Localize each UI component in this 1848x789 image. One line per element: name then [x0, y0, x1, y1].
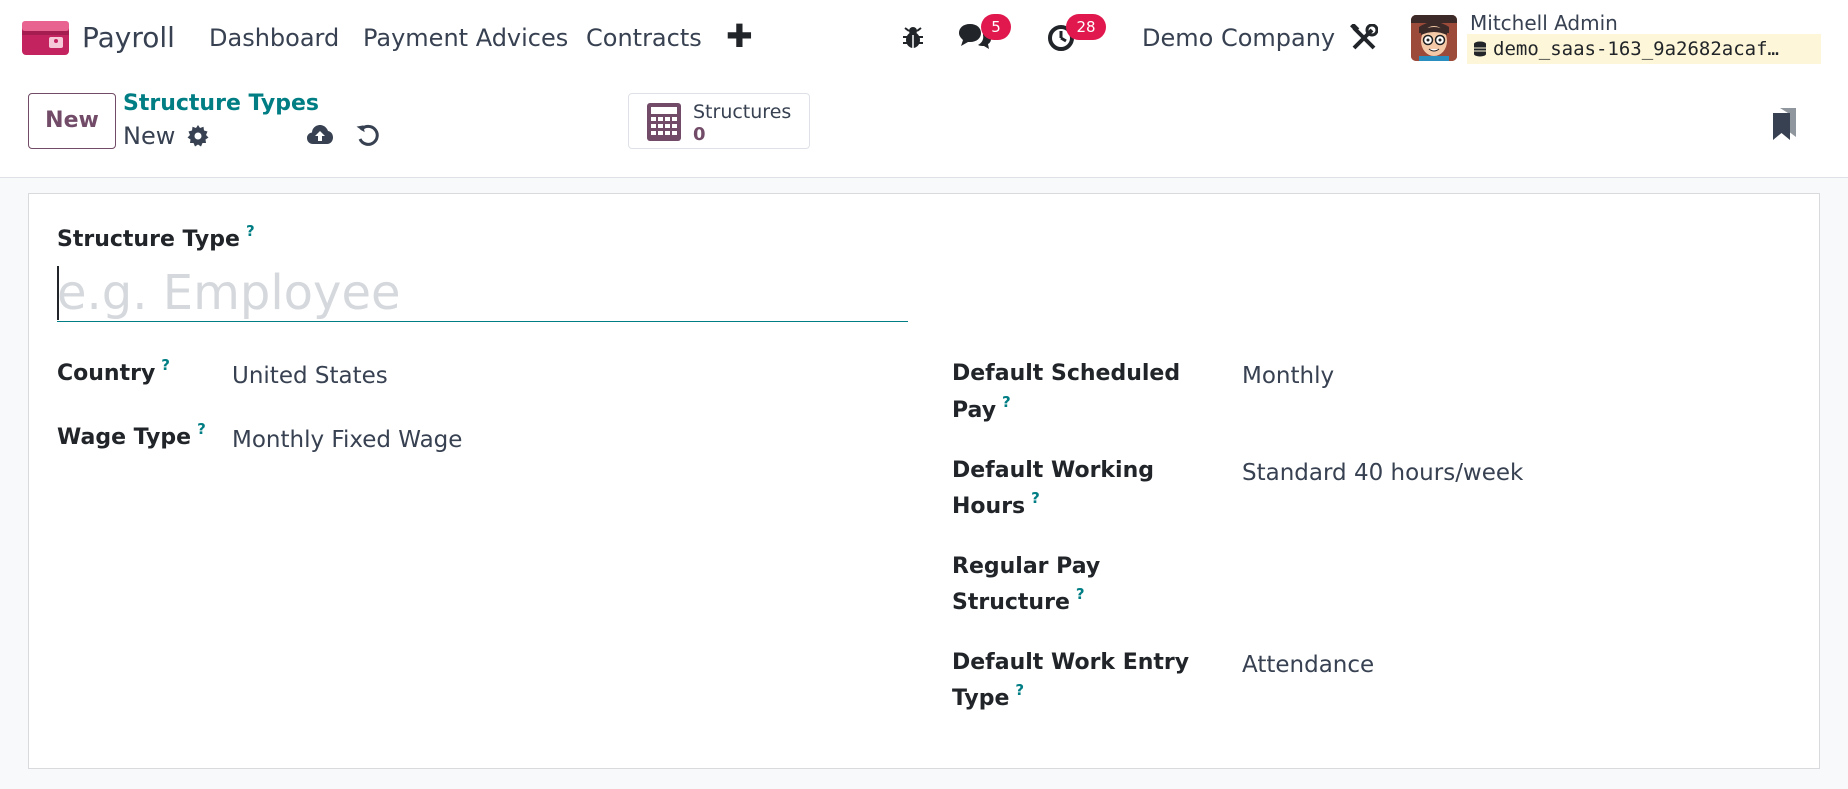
regular-pay-structure-field[interactable]: [1242, 551, 1742, 587]
wage-type-label-text: Wage Type: [57, 425, 192, 450]
default-work-entry-type-label-line2: Type?: [952, 681, 1024, 718]
default-work-entry-type-field[interactable]: Attendance: [1242, 647, 1374, 683]
default-work-entry-type-label-text: Type: [952, 686, 1010, 711]
regular-pay-structure-label-line1: Regular Pay: [952, 554, 1101, 579]
gear-icon[interactable]: [186, 124, 210, 148]
database-name-text: demo_saas-163_9a2682acaf…: [1493, 38, 1779, 60]
structures-count: 0: [693, 124, 706, 145]
app-name[interactable]: Payroll: [82, 20, 175, 56]
default-scheduled-pay-label-line2: Pay?: [952, 393, 1011, 430]
country-label-text: Country: [57, 361, 156, 386]
structure-type-label-text: Structure Type: [57, 227, 240, 252]
database-icon: [1474, 41, 1486, 57]
menu-contracts[interactable]: Contracts: [586, 20, 702, 56]
help-tooltip-icon[interactable]: ?: [1015, 681, 1024, 699]
default-scheduled-pay-field[interactable]: Monthly: [1242, 358, 1334, 394]
wage-type-label: Wage Type?: [57, 420, 206, 457]
default-scheduled-pay-label-line1: Default Scheduled: [952, 361, 1181, 386]
breadcrumb-structure-types[interactable]: Structure Types: [123, 90, 319, 118]
default-work-entry-type-label-line1: Default Work Entry: [952, 650, 1190, 675]
settings-tools-icon[interactable]: [1350, 24, 1378, 52]
save-cloud-upload-icon[interactable]: [306, 122, 334, 148]
calculator-icon: [647, 103, 681, 141]
new-button[interactable]: New: [28, 93, 116, 149]
default-working-hours-label-line2: Hours?: [952, 489, 1040, 526]
structure-type-label: Structure Type?: [57, 222, 255, 259]
plus-icon[interactable]: ✚: [726, 18, 753, 54]
user-avatar[interactable]: [1411, 15, 1457, 61]
menu-dashboard[interactable]: Dashboard: [209, 20, 339, 56]
control-panel: New Structure Types New Structures 0: [0, 76, 1848, 178]
country-label: Country?: [57, 356, 170, 393]
help-tooltip-icon[interactable]: ?: [1002, 393, 1011, 411]
breadcrumb-current-record: New: [123, 122, 176, 150]
menu-payment-advices[interactable]: Payment Advices: [363, 20, 568, 56]
structure-type-input[interactable]: [57, 264, 908, 322]
structures-label: Structures: [693, 101, 792, 123]
form-sheet: Structure Type? Country? United States W…: [28, 193, 1820, 769]
app-switcher[interactable]: [22, 20, 69, 56]
regular-pay-structure-label-text: Structure: [952, 590, 1070, 615]
default-working-hours-label-line1: Default Working: [952, 458, 1155, 483]
debug-bug-icon[interactable]: [902, 26, 924, 50]
default-working-hours-label-text: Hours: [952, 494, 1026, 519]
help-tooltip-icon[interactable]: ?: [197, 420, 206, 438]
help-tooltip-icon[interactable]: ?: [246, 222, 255, 240]
help-tooltip-icon[interactable]: ?: [161, 356, 170, 374]
help-tooltip-icon[interactable]: ?: [1076, 585, 1085, 603]
default-working-hours-field[interactable]: Standard 40 hours/week: [1242, 455, 1523, 491]
discard-undo-icon[interactable]: [356, 122, 380, 148]
text-caret: [57, 266, 59, 320]
user-avatar-face-icon: [1411, 15, 1457, 61]
messages-count-badge: 5: [981, 14, 1011, 40]
database-name: demo_saas-163_9a2682acaf…: [1467, 34, 1821, 64]
bookmark-icon[interactable]: [1772, 107, 1798, 141]
country-field[interactable]: United States: [232, 358, 388, 394]
activities-count-badge: 28: [1066, 14, 1106, 40]
payroll-app-icon: [22, 21, 69, 55]
help-tooltip-icon[interactable]: ?: [1031, 489, 1040, 507]
top-navbar: Payroll Dashboard Payment Advices Contra…: [0, 0, 1848, 76]
company-switcher[interactable]: Demo Company: [1142, 20, 1335, 56]
wage-type-field[interactable]: Monthly Fixed Wage: [232, 422, 462, 458]
regular-pay-structure-label-line2: Structure?: [952, 585, 1085, 622]
user-name[interactable]: Mitchell Admin: [1470, 10, 1618, 36]
structures-smart-button[interactable]: Structures 0: [628, 93, 810, 149]
default-scheduled-pay-label-text: Pay: [952, 398, 997, 423]
